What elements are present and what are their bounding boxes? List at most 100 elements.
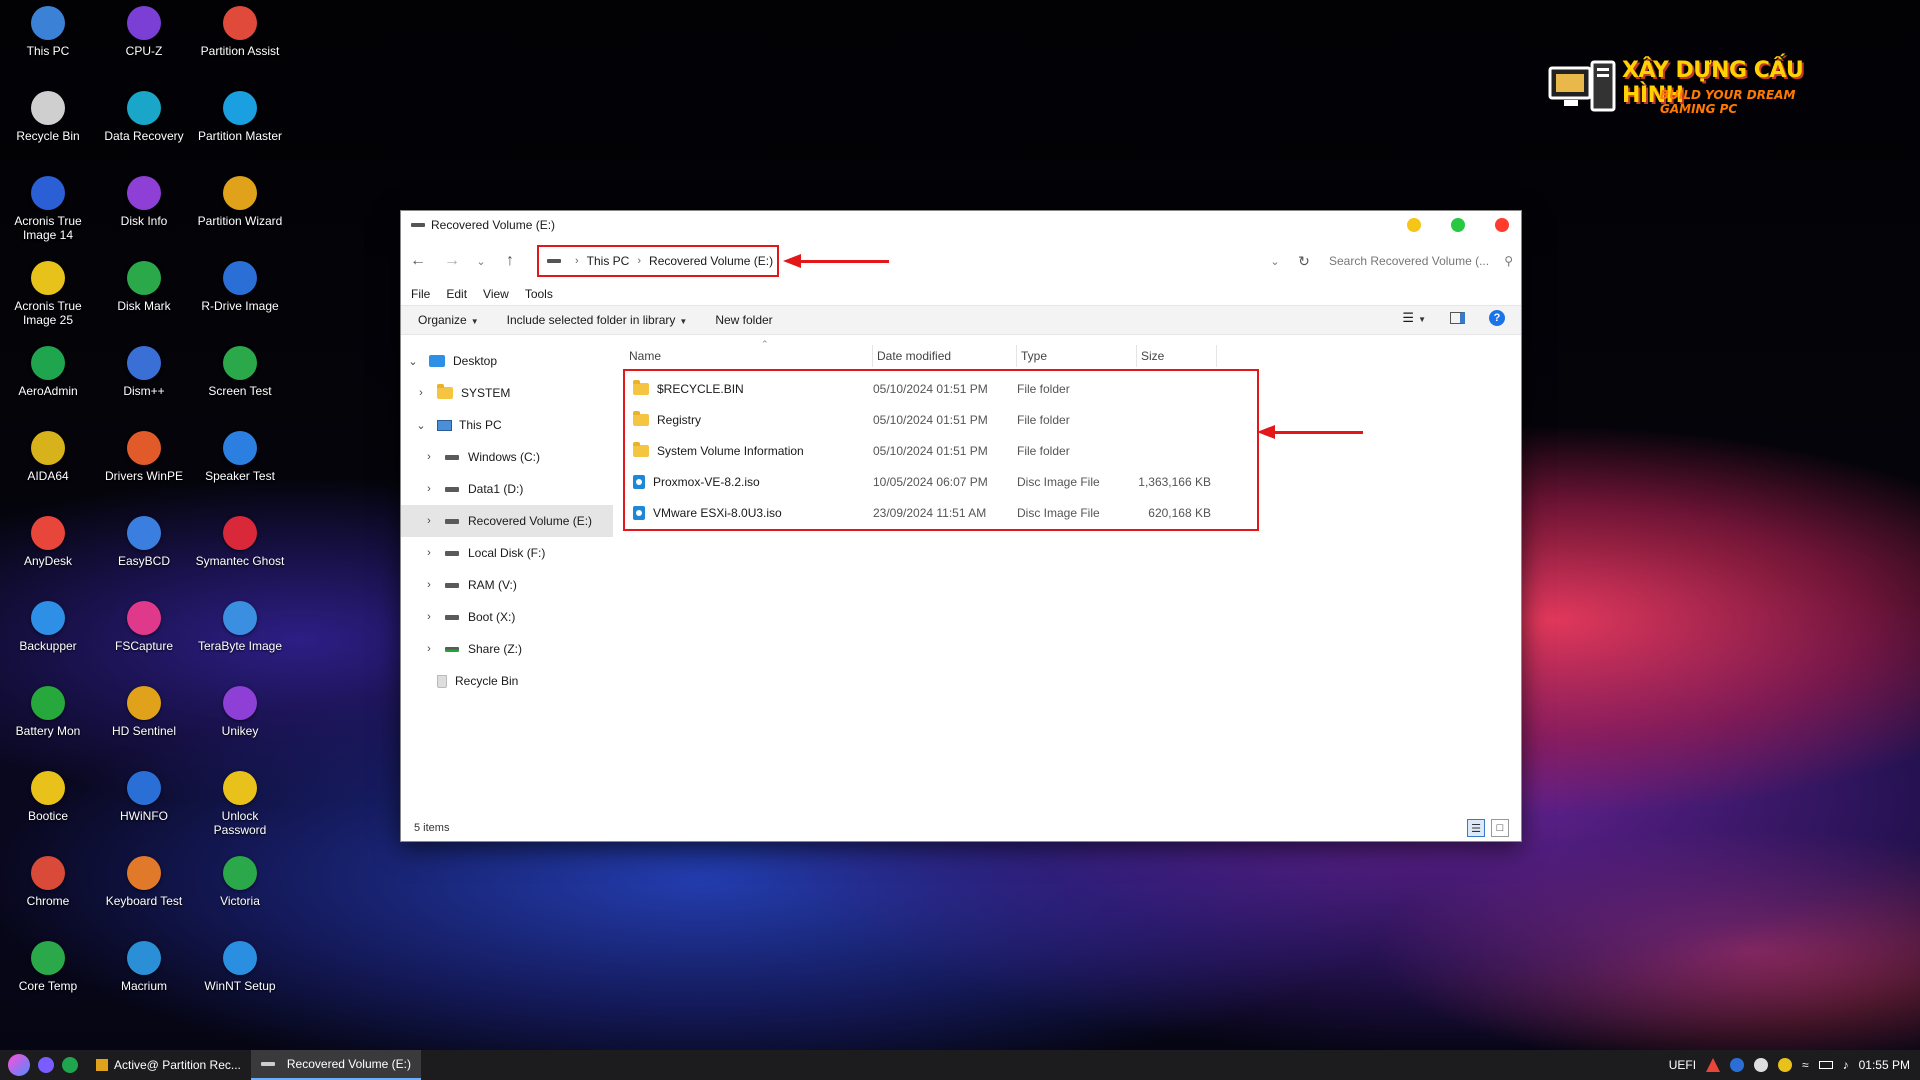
wifi-icon[interactable]: ≈	[1802, 1058, 1809, 1072]
new-folder-button[interactable]: New folder	[715, 313, 772, 327]
menu-view[interactable]: View	[483, 287, 509, 301]
column-date-modified[interactable]: Date modified	[873, 345, 1017, 367]
address-dropdown-chevron-icon[interactable]: ⌄	[1263, 255, 1287, 268]
start-menu-icon[interactable]	[8, 1054, 30, 1076]
view-options-button[interactable]: ☰ ▼	[1402, 310, 1426, 326]
desktop-icon-battery-mon[interactable]: Battery Mon	[2, 686, 94, 738]
chevron-right-icon[interactable]: ›	[413, 387, 429, 399]
tray-app-icon[interactable]	[1730, 1058, 1745, 1072]
desktop-icon-partition-assist[interactable]: Partition Assist	[194, 6, 286, 58]
desktop-icon-chrome[interactable]: Chrome	[2, 856, 94, 908]
file-row[interactable]: System Volume Information 05/10/2024 01:5…	[625, 435, 1257, 466]
desktop-icon-data-recovery[interactable]: Data Recovery	[98, 91, 190, 143]
tray-app-icon[interactable]	[1706, 1058, 1721, 1072]
tree-item-windows-c[interactable]: › Windows (C:)	[401, 441, 613, 473]
chevron-down-icon[interactable]: ⌄	[413, 419, 429, 432]
tray-app-icon[interactable]	[1778, 1058, 1793, 1072]
include-in-library-button[interactable]: Include selected folder in library ▼	[507, 313, 688, 327]
desktop-icon-symantec-ghost[interactable]: Symantec Ghost	[194, 516, 286, 568]
search-input[interactable]: Search Recovered Volume (... ⚲	[1321, 248, 1521, 274]
forward-arrow-icon[interactable]: →	[435, 252, 469, 270]
task-partition-recovery[interactable]: Active@ Partition Rec...	[86, 1050, 251, 1080]
tree-item-ram-v[interactable]: › RAM (V:)	[401, 569, 613, 601]
help-icon[interactable]: ?	[1489, 310, 1505, 326]
desktop-icon-unlock-password[interactable]: Unlock Password	[194, 771, 286, 837]
tree-item-this-pc[interactable]: ⌄ This PC	[401, 409, 613, 441]
desktop-icon-hd-sentinel[interactable]: HD Sentinel	[98, 686, 190, 738]
clock[interactable]: 01:55 PM	[1859, 1058, 1910, 1072]
desktop-icon-cpu-z[interactable]: CPU-Z	[98, 6, 190, 58]
desktop-icon-terabyte-image[interactable]: TeraByte Image	[194, 601, 286, 653]
column-name[interactable]: Name	[625, 345, 873, 367]
chevron-right-icon[interactable]: ›	[421, 483, 437, 495]
menu-tools[interactable]: Tools	[525, 287, 553, 301]
address-bar[interactable]: › This PC › Recovered Volume (E:)	[537, 245, 779, 277]
refresh-icon[interactable]: ↻	[1287, 253, 1321, 270]
file-row[interactable]: Registry 05/10/2024 01:51 PM File folder	[625, 404, 1257, 435]
tree-item-share-z[interactable]: › Share (Z:)	[401, 633, 613, 665]
desktop-icon-partition-master[interactable]: Partition Master	[194, 91, 286, 143]
desktop-icon-hwinfo[interactable]: HWiNFO	[98, 771, 190, 823]
desktop-icon-r-drive-image[interactable]: R-Drive Image	[194, 261, 286, 313]
desktop-icon-disk-mark[interactable]: Disk Mark	[98, 261, 190, 313]
preview-pane-icon[interactable]	[1450, 312, 1465, 324]
close-button[interactable]	[1495, 218, 1509, 232]
tree-item-data1-d[interactable]: › Data1 (D:)	[401, 473, 613, 505]
tree-item-recycle-bin[interactable]: Recycle Bin	[401, 665, 613, 697]
column-size[interactable]: Size	[1137, 345, 1217, 367]
title-bar[interactable]: Recovered Volume (E:)	[401, 211, 1521, 239]
desktop-icon-macrium[interactable]: Macrium	[98, 941, 190, 993]
large-icons-view-icon[interactable]: □	[1491, 819, 1509, 837]
file-row[interactable]: $RECYCLE.BIN 05/10/2024 01:51 PM File fold…	[625, 373, 1257, 404]
acronis-taskbar-icon[interactable]	[38, 1057, 54, 1073]
recent-locations-chevron-icon[interactable]: ⌄	[469, 255, 493, 268]
desktop-icon-partition-wizard[interactable]: Partition Wizard	[194, 176, 286, 228]
desktop-icon-disk-info[interactable]: Disk Info	[98, 176, 190, 228]
details-view-icon[interactable]: ☰	[1467, 819, 1485, 837]
desktop-icon-aeroadmin[interactable]: AeroAdmin	[2, 346, 94, 398]
desktop-icon-screen-test[interactable]: Screen Test	[194, 346, 286, 398]
chevron-right-icon[interactable]: ›	[421, 547, 437, 559]
volume-icon[interactable]: ♪	[1843, 1058, 1849, 1072]
chevron-right-icon[interactable]: ›	[421, 611, 437, 623]
desktop-icon-easybcd[interactable]: EasyBCD	[98, 516, 190, 568]
battery-icon[interactable]	[1818, 1061, 1833, 1069]
column-type[interactable]: Type	[1017, 345, 1137, 367]
tree-item-local-disk-f[interactable]: › Local Disk (F:)	[401, 537, 613, 569]
desktop-icon-acronis-true-image-25[interactable]: Acronis True Image 25	[2, 261, 94, 327]
tree-item-boot-x[interactable]: › Boot (X:)	[401, 601, 613, 633]
desktop-icon-core-temp[interactable]: Core Temp	[2, 941, 94, 993]
tree-item-desktop[interactable]: ⌄ Desktop	[401, 345, 613, 377]
desktop-icon-speaker-test[interactable]: Speaker Test	[194, 431, 286, 483]
chevron-right-icon[interactable]: ›	[421, 643, 437, 655]
chevron-right-icon[interactable]: ›	[421, 579, 437, 591]
desktop-icon-fscapture[interactable]: FSCapture	[98, 601, 190, 653]
back-arrow-icon[interactable]: ←	[401, 252, 435, 270]
breadcrumb-current[interactable]: Recovered Volume (E:)	[649, 254, 773, 268]
desktop-icon-recycle-bin[interactable]: Recycle Bin	[2, 91, 94, 143]
menu-file[interactable]: File	[411, 287, 430, 301]
desktop-icon-dism[interactable]: Dism++	[98, 346, 190, 398]
up-arrow-icon[interactable]: ↑	[493, 252, 527, 270]
minimize-button[interactable]	[1407, 218, 1421, 232]
desktop-icon-this-pc[interactable]: This PC	[2, 6, 94, 58]
tree-item-recovered-volume-e[interactable]: › Recovered Volume (E:)	[401, 505, 613, 537]
desktop-icon-winnt-setup[interactable]: WinNT Setup	[194, 941, 286, 993]
desktop-icon-bootice[interactable]: Bootice	[2, 771, 94, 823]
maximize-button[interactable]	[1451, 218, 1465, 232]
desktop-icon-unikey[interactable]: Unikey	[194, 686, 286, 738]
desktop-icon-victoria[interactable]: Victoria	[194, 856, 286, 908]
desktop-icon-keyboard-test[interactable]: Keyboard Test	[98, 856, 190, 908]
tray-app-icon[interactable]	[1754, 1058, 1769, 1072]
desktop-icon-aida64[interactable]: AIDA64	[2, 431, 94, 483]
menu-edit[interactable]: Edit	[446, 287, 467, 301]
desktop-icon-acronis-true-image-14[interactable]: Acronis True Image 14	[2, 176, 94, 242]
breadcrumb-this-pc[interactable]: This PC	[587, 254, 630, 268]
chevron-right-icon[interactable]: ›	[421, 451, 437, 463]
desktop-icon-backupper[interactable]: Backupper	[2, 601, 94, 653]
chevron-right-icon[interactable]: ›	[421, 515, 437, 527]
desktop-icon-drivers-winpe[interactable]: Drivers WinPE	[98, 431, 190, 483]
task-explorer[interactable]: Recovered Volume (E:)	[250, 1050, 421, 1080]
chevron-down-icon[interactable]: ⌄	[405, 355, 421, 368]
file-row[interactable]: VMware ESXi-8.0U3.iso 23/09/2024 11:51 AM…	[625, 497, 1257, 528]
